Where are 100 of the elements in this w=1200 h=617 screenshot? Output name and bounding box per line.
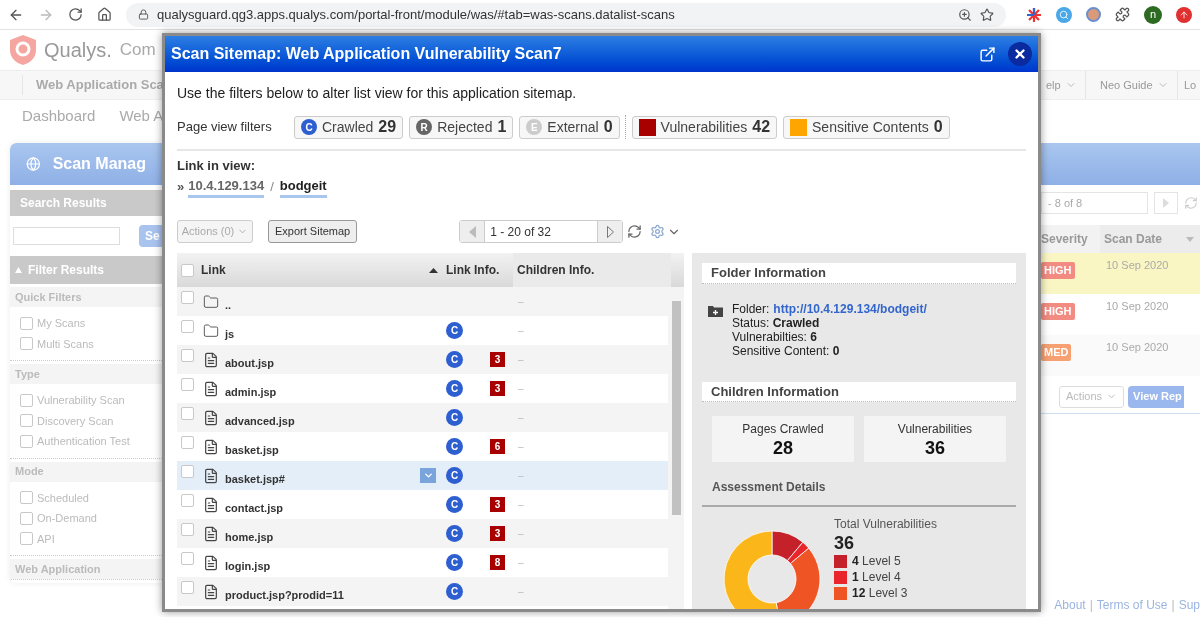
table-cell-text: – <box>517 295 525 309</box>
dialog-title: Scan Sitemap: Web Application Vulnerability Scan7 <box>171 44 562 64</box>
severity-badge: MED <box>1041 344 1072 361</box>
panel-title: Scan Manag <box>52 154 146 174</box>
crawled-status-icon: C <box>446 322 463 339</box>
stat-value: 28 <box>773 438 793 458</box>
folder-link[interactable]: http://10.4.129.134/bodgeit/ <box>773 301 927 316</box>
link-name[interactable]: login.jsp <box>225 558 436 575</box>
section-header: Folder Information <box>702 263 1016 284</box>
column-header[interactable]: Link Info. <box>442 253 510 287</box>
crawled-status-icon: C <box>446 380 463 397</box>
link-name[interactable]: contact.jsp <box>225 500 436 517</box>
link-name[interactable]: admin.jsp <box>225 384 436 401</box>
folder-fact: Status: Crawled <box>732 315 820 330</box>
folder-label: Folder: <box>732 301 770 316</box>
vulnerability-count-badge: 3 <box>490 497 505 512</box>
link-name[interactable]: basket.jsp# <box>225 471 414 488</box>
export-sitemap-button[interactable]: Export Sitemap <box>268 220 358 243</box>
folder-fact: Sensitive Content: 0 <box>732 343 841 358</box>
table-row[interactable]: home.jsp C 3 – <box>177 519 668 548</box>
link-name[interactable]: js <box>225 326 436 343</box>
link-name[interactable]: product.jsp?prodid=11 <box>225 587 436 604</box>
severity-badge: HIGH <box>1041 262 1075 279</box>
vulnerability-count-badge: 3 <box>490 381 505 396</box>
crawled-status-icon: C <box>446 525 463 542</box>
crawled-status-icon: C <box>446 409 463 426</box>
table-cell-text: – <box>517 324 525 338</box>
link-in-view-label: Link in view: <box>177 157 256 175</box>
column-header[interactable]: Children Info. <box>513 253 671 287</box>
table-row[interactable]: .. – <box>177 287 668 316</box>
filter-group-title: Mode <box>10 461 162 482</box>
filter-option-label: Vulnerability Scan <box>37 393 125 408</box>
vulnerability-count-badge: 8 <box>490 555 505 570</box>
filter-option-label: API <box>37 531 55 547</box>
crawled-status-icon: C <box>446 496 463 513</box>
pager-field[interactable]: 1 - 20 of 32 <box>484 221 599 242</box>
breadcrumb-link[interactable]: bodgeit <box>279 175 327 198</box>
table-cell-text: – <box>517 498 525 512</box>
folder-fact: Vulnerabilties: 6 <box>732 329 818 344</box>
filter-option-label: Scheduled <box>37 490 89 506</box>
crawled-status-icon: C <box>446 554 463 571</box>
total-value: 36 <box>834 533 856 553</box>
profile-avatar[interactable]: n <box>1144 5 1162 24</box>
stat-label: Pages Crawled <box>742 421 824 438</box>
filter-option-label: My Scans <box>37 316 86 331</box>
breadcrumb-marker: » <box>177 178 185 196</box>
filter-option-label: Discovery Scan <box>37 413 114 429</box>
table-cell-text: – <box>517 353 525 367</box>
stat-value: 36 <box>925 438 945 458</box>
severity-badge: HIGH <box>1041 303 1075 320</box>
breadcrumb-separator: / <box>270 178 274 196</box>
section-header: Children Information <box>702 381 1016 402</box>
column-header[interactable]: Link <box>197 253 442 287</box>
url-text: qualysguard.qg3.apps.qualys.com/portal-front/module/was/#tab=was-scans.datalist-scans <box>157 5 676 24</box>
filter-group-title: Type <box>10 364 162 384</box>
table-cell-text: – <box>517 469 525 483</box>
filter-chip[interactable]: Vulnerabilities 42 <box>631 115 778 139</box>
address-bar[interactable]: qualysguard.qg3.apps.qualys.com/portal-front/module/was/#tab=was-scans.datalist-scans <box>126 2 1006 27</box>
filter-chip[interactable]: R Rejected 1 <box>409 115 514 139</box>
table-row[interactable]: basket.jsp# C – <box>177 461 668 490</box>
filter-option-label: On-Demand <box>37 511 97 526</box>
link-name[interactable]: home.jsp <box>225 529 436 546</box>
legend-label: 4 Level 5 <box>852 553 901 570</box>
table-cell-text: – <box>517 411 525 425</box>
table-row[interactable]: product.jsp?prodid=11 C – <box>177 577 668 606</box>
table-cell-text: – <box>517 527 525 541</box>
table-cell-text: – <box>517 585 525 599</box>
footer-separator: | <box>1089 597 1093 614</box>
footer-separator: | <box>1171 597 1175 614</box>
legend-label: 12 Level 3 <box>852 585 908 602</box>
filter-group-title: Web Application <box>10 559 162 579</box>
link-name[interactable]: about.jsp <box>225 355 436 372</box>
link-name[interactable]: basket.jsp <box>225 442 436 459</box>
filter-group-title: Quick Filters <box>10 287 162 307</box>
table-cell-text: – <box>517 440 525 454</box>
table-cell-text: 10 Sep 2020 <box>1105 299 1169 314</box>
table-cell-text: 10 Sep 2020 <box>1105 340 1169 355</box>
link-name[interactable]: advanced.jsp <box>225 413 436 430</box>
table-row[interactable]: about.jsp C 3 – <box>177 345 668 374</box>
stat-label: Vulnerabilities <box>897 421 973 438</box>
table-cell-text: – <box>517 382 525 396</box>
vulnerability-count-badge: 3 <box>490 526 505 541</box>
section-title: Assessment Details <box>702 478 1016 507</box>
filter-chip[interactable]: Sensitive Contents 0 <box>783 115 950 139</box>
table-cell-text: – <box>517 556 525 570</box>
crawled-status-icon: C <box>446 583 463 600</box>
legend-label: 1 Level 4 <box>852 569 901 586</box>
crawled-status-icon: C <box>446 438 463 455</box>
crawled-status-icon: C <box>446 351 463 368</box>
table-row[interactable]: advanced.jsp C – <box>177 403 668 432</box>
dialog-intro: Use the filters below to alter list view for this application sitemap. <box>177 84 578 103</box>
product-name: Com <box>119 39 156 62</box>
total-label: Total Vulnerabilities <box>834 516 937 533</box>
filters-label: Page view filters <box>177 118 273 137</box>
vulnerability-count-badge: 6 <box>490 439 505 454</box>
logo-text: Qualys. <box>44 38 112 63</box>
link-name[interactable]: .. <box>225 297 436 314</box>
breadcrumb-link[interactable]: 10.4.129.134 <box>188 175 265 198</box>
filter-chip[interactable]: C Crawled 29 <box>294 115 404 139</box>
crawled-status-icon: C <box>446 467 463 484</box>
